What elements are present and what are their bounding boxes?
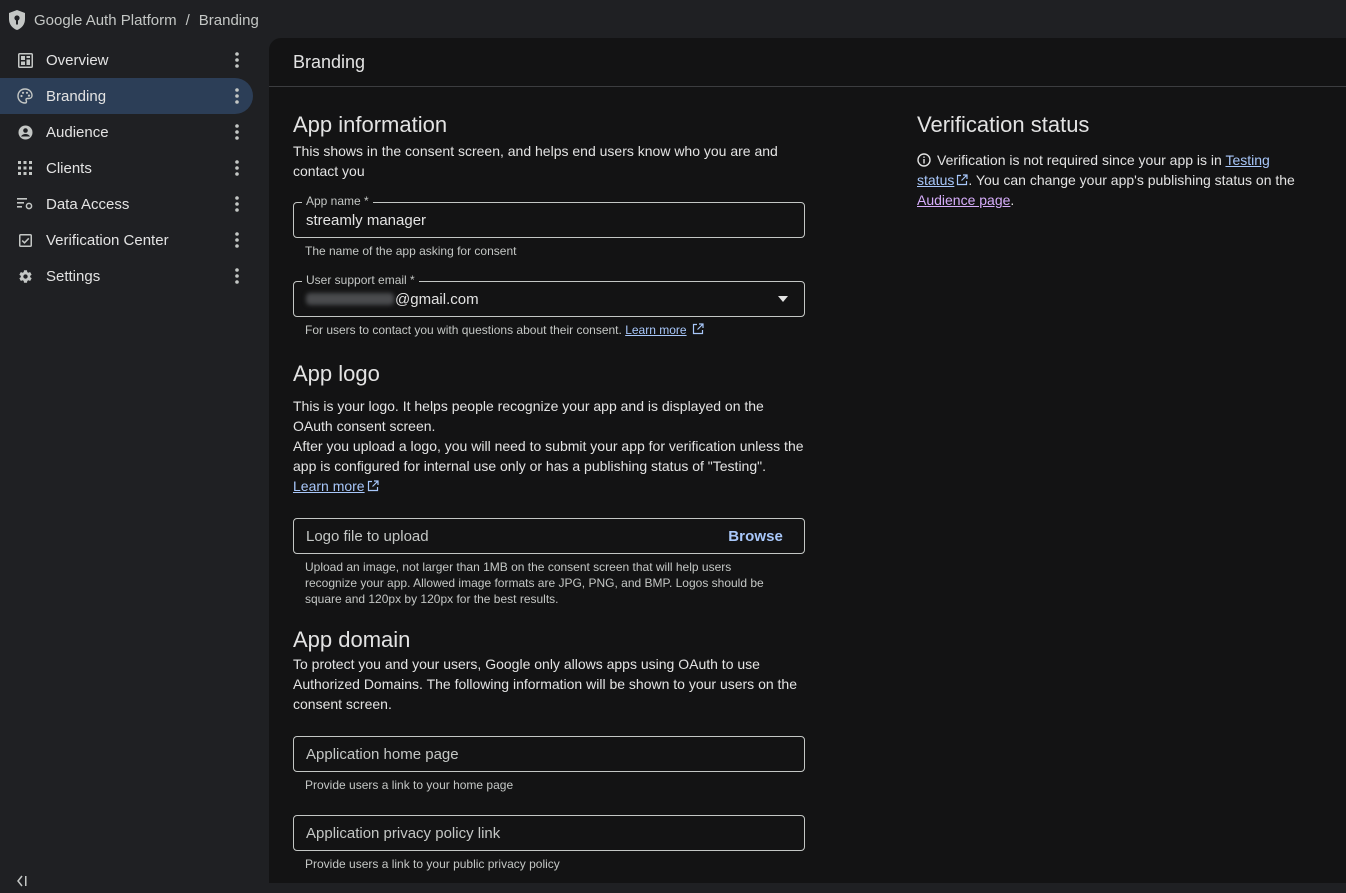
breadcrumb-app-link[interactable]: Google Auth Platform — [34, 12, 177, 29]
privacy-policy-input[interactable]: Application privacy policy link — [293, 815, 805, 851]
more-vert-icon[interactable] — [229, 194, 245, 214]
logo-upload-placeholder: Logo file to upload — [306, 527, 429, 545]
audience-page-link[interactable]: Audience page — [917, 192, 1010, 208]
sidebar-item-verification-center[interactable]: Verification Center — [0, 222, 253, 258]
verification-status-heading: Verification status — [917, 112, 1090, 137]
verification-text-1: Verification is not required since your … — [937, 152, 1222, 168]
sidebar-item-label: Overview — [46, 51, 109, 69]
sidebar-item-data-access[interactable]: Data Access — [0, 186, 253, 222]
account-circle-icon — [17, 124, 33, 140]
app-logo-learn-more-row: Learn more — [293, 476, 805, 496]
open-in-new-icon — [367, 480, 379, 492]
data-filter-icon — [17, 196, 33, 212]
redacted-email-prefix — [306, 293, 394, 305]
home-page-placeholder: Application home page — [306, 745, 459, 763]
user-support-email-select[interactable]: User support email * @gmail.com — [293, 273, 805, 317]
logo-upload-field[interactable]: Logo file to upload Browse — [293, 518, 805, 554]
checkbox-icon — [17, 232, 33, 248]
app-name-hint: The name of the app asking for consent — [305, 244, 517, 258]
more-vert-icon[interactable] — [229, 86, 245, 106]
shield-logo-icon — [8, 9, 26, 31]
gear-icon — [17, 268, 33, 284]
app-name-label: App name * — [302, 194, 373, 208]
app-name-field[interactable]: App name * streamly manager — [293, 194, 805, 238]
app-name-value: streamly manager — [306, 211, 427, 229]
more-vert-icon[interactable] — [229, 122, 245, 142]
top-bar: Google Auth Platform / Branding — [0, 0, 1346, 40]
sidebar-item-branding[interactable]: Branding — [0, 78, 253, 114]
verification-status-panel: Verification status Verification is not … — [917, 112, 1297, 210]
app-domain-description: To protect you and your users, Google on… — [293, 656, 797, 712]
home-page-input[interactable]: Application home page — [293, 736, 805, 772]
more-vert-icon[interactable] — [229, 230, 245, 250]
support-email-label: User support email * — [302, 273, 419, 287]
sidebar-item-label: Verification Center — [46, 231, 169, 249]
app-logo-description-1: This is your logo. It helps people recog… — [293, 398, 764, 434]
app-domain-heading: App domain — [293, 627, 411, 652]
info-icon — [917, 153, 931, 167]
open-in-new-icon — [692, 323, 704, 335]
app-logo-description-2: After you upload a logo, you will need t… — [293, 438, 804, 474]
sidebar-item-overview[interactable]: Overview — [0, 42, 253, 78]
browse-button[interactable]: Browse — [728, 528, 783, 545]
privacy-policy-placeholder: Application privacy policy link — [306, 824, 501, 842]
branding-form: App information This shows in the consen… — [293, 112, 805, 872]
home-page-hint: Provide users a link to your home page — [305, 778, 514, 792]
sidebar-item-label: Data Access — [46, 195, 130, 213]
app-information-description: This shows in the consent screen, and he… — [293, 143, 778, 179]
dashboard-icon — [17, 52, 33, 68]
verification-text-3: . — [1010, 192, 1015, 208]
sidebar-item-settings[interactable]: Settings — [0, 258, 253, 294]
more-vert-icon[interactable] — [229, 50, 245, 70]
page-title: Branding — [269, 38, 1346, 87]
logo-upload-hint: Upload an image, not larger than 1MB on … — [305, 560, 764, 606]
apps-grid-icon — [17, 160, 33, 176]
sidebar-item-label: Settings — [46, 267, 101, 285]
app-information-heading: App information — [293, 112, 448, 137]
verification-status-text: Verification is not required since your … — [917, 150, 1297, 210]
more-vert-icon[interactable] — [229, 158, 245, 178]
palette-icon — [17, 88, 33, 104]
main-panel: Branding App information This shows in t… — [269, 38, 1346, 883]
support-email-value: @gmail.com — [395, 290, 479, 308]
more-vert-icon[interactable] — [229, 266, 245, 286]
app-logo-heading: App logo — [293, 361, 380, 386]
support-email-hint-row: For users to contact you with questions … — [293, 322, 805, 338]
breadcrumb-current: Branding — [198, 11, 259, 29]
verification-text-2: . You can change your app's publishing s… — [968, 172, 1295, 188]
support-email-learn-more-link[interactable]: Learn more — [625, 323, 686, 337]
sidebar-item-audience[interactable]: Audience — [0, 114, 253, 150]
sidebar: Overview Branding Audience Clients Data … — [0, 42, 260, 883]
breadcrumb-separator: / — [185, 11, 190, 29]
dropdown-arrow-icon — [778, 296, 788, 302]
support-email-hint: For users to contact you with questions … — [305, 323, 622, 337]
app-logo-learn-more-link[interactable]: Learn more — [293, 478, 365, 494]
privacy-policy-hint: Provide users a link to your public priv… — [305, 857, 560, 871]
open-in-new-icon — [957, 174, 968, 186]
sidebar-item-clients[interactable]: Clients — [0, 150, 253, 186]
sidebar-item-label: Branding — [46, 87, 107, 105]
sidebar-item-label: Audience — [46, 123, 109, 141]
collapse-sidebar-icon[interactable] — [16, 874, 30, 888]
sidebar-item-label: Clients — [46, 159, 92, 177]
